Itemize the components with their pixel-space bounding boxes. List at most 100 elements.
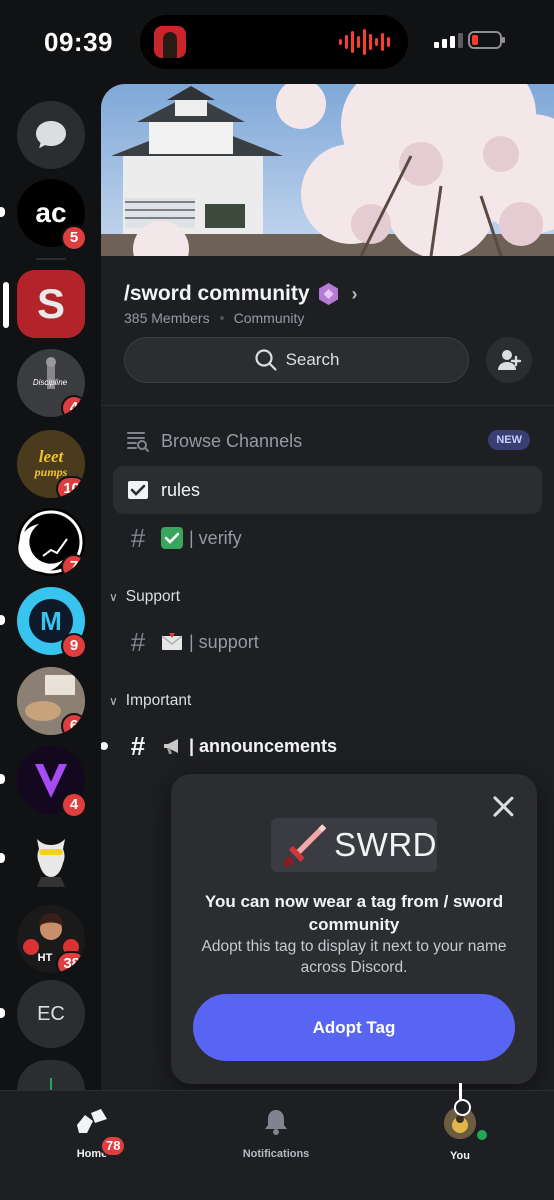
- nav-label: Notifications: [242, 1148, 310, 1160]
- server-type: Community: [233, 310, 305, 326]
- category-support[interactable]: ∨ Support: [109, 588, 180, 606]
- new-badge: NEW: [488, 430, 530, 450]
- mention-badge: 38: [56, 951, 85, 973]
- svg-text:Discipline: Discipline: [33, 378, 68, 387]
- server-icon-ec[interactable]: EC: [0, 980, 85, 1048]
- category-label: Support: [125, 588, 181, 605]
- mention-badge: 10: [56, 476, 85, 498]
- popup-description: Adopt this tag to display it next to you…: [201, 938, 507, 976]
- tag-pointer-indicator: [454, 1083, 471, 1116]
- svg-text:ac: ac: [35, 197, 66, 228]
- cellular-signal-icon: [434, 33, 463, 48]
- mention-badge: 6: [61, 713, 85, 735]
- envelope-emoji-icon: [161, 631, 183, 653]
- svg-text:M: M: [40, 606, 62, 636]
- sword-icon: [282, 824, 327, 868]
- channel-support[interactable]: # | support: [113, 618, 542, 666]
- rules-channel-icon: [125, 478, 151, 502]
- channel-name: | announcements: [189, 735, 338, 756]
- hashtag-icon: #: [130, 626, 146, 657]
- unread-dot: [101, 742, 108, 750]
- home-icon: [77, 1109, 107, 1133]
- clock: 09:39: [44, 27, 113, 57]
- mention-badge: 4: [61, 395, 85, 417]
- channel-name: rules: [161, 479, 201, 500]
- unread-indicator: [0, 615, 5, 625]
- server-icon-moon-chart[interactable]: 7: [17, 508, 85, 576]
- check-mark-emoji-icon: [161, 527, 183, 549]
- server-initials: EC: [37, 1002, 65, 1025]
- server-icon-discipline[interactable]: Discipline 4: [17, 349, 85, 417]
- server-banner: [101, 84, 554, 256]
- chevron-right-icon: ›: [351, 283, 358, 304]
- server-icon-cat[interactable]: 6: [17, 667, 85, 735]
- megaphone-emoji-icon: [161, 735, 183, 757]
- tag-text: SWRD: [334, 826, 437, 863]
- server-name: /sword community: [124, 282, 310, 305]
- channel-announcements[interactable]: # | announcements: [113, 722, 542, 770]
- close-icon[interactable]: [491, 794, 515, 818]
- svg-text:leet: leet: [39, 447, 65, 466]
- category-important[interactable]: ∨ Important: [109, 692, 191, 710]
- nav-home[interactable]: 78 Home: [32, 1107, 152, 1160]
- add-server-button[interactable]: [17, 1060, 85, 1090]
- server-tag-preview: SWRD: [271, 818, 437, 872]
- server-icon-m[interactable]: M 9: [0, 587, 87, 659]
- browse-channels-label: Browse Channels: [161, 430, 303, 451]
- castle-banner-image: [101, 84, 554, 256]
- hashtag-icon: #: [130, 522, 146, 553]
- mention-badge: 9: [61, 633, 87, 659]
- boost-level-icon: [319, 283, 338, 305]
- online-status-indicator: [474, 1127, 490, 1143]
- mention-badge: 7: [61, 554, 85, 576]
- browse-channels-icon: [125, 429, 151, 453]
- server-icon-goat[interactable]: [0, 825, 85, 893]
- mention-badge: 5: [61, 225, 87, 251]
- server-meta: 385 Members Community: [124, 310, 304, 326]
- battery-icon: [468, 31, 505, 49]
- server-icon-ht[interactable]: HT 38: [17, 905, 85, 973]
- dynamic-island[interactable]: [140, 15, 408, 69]
- nav-label: You: [450, 1150, 470, 1162]
- svg-text:HT: HT: [38, 952, 53, 964]
- active-server-indicator: [3, 282, 9, 328]
- header-divider: [101, 405, 554, 406]
- server-icon-leet-pumps[interactable]: leet pumps 10: [17, 430, 85, 498]
- server-icon-sword[interactable]: S: [3, 270, 85, 338]
- member-count: 385 Members: [124, 310, 210, 326]
- nav-label: Home: [76, 1148, 108, 1160]
- server-rail: ac 5 S Discipline 4 leet pumps 10 7 M 9 …: [0, 84, 100, 1090]
- sword-s-logo-icon: S: [17, 270, 85, 338]
- status-bar: 09:39: [0, 0, 554, 84]
- plus-icon: [50, 1078, 52, 1090]
- server-header: /sword community › 385 Members Community …: [101, 256, 554, 406]
- hashtag-icon: #: [130, 730, 146, 761]
- unread-indicator: [0, 774, 5, 784]
- channel-verify[interactable]: # | verify: [113, 514, 542, 562]
- invite-members-button[interactable]: [486, 337, 532, 383]
- unread-indicator: [0, 207, 5, 217]
- svg-text:S: S: [37, 280, 65, 327]
- now-playing-thumbnail: [154, 26, 186, 58]
- browse-channels-row[interactable]: Browse Channels NEW: [113, 417, 542, 465]
- channel-name: | verify: [189, 527, 242, 548]
- server-icon-ac[interactable]: ac 5: [0, 179, 87, 251]
- popup-title: You can now wear a tag from / sword comm…: [204, 892, 504, 934]
- search-icon: [254, 349, 277, 371]
- chevron-down-icon: ∨: [109, 694, 118, 708]
- server-icon-v[interactable]: 4: [0, 746, 87, 818]
- server-name-button[interactable]: /sword community ›: [124, 282, 358, 306]
- add-member-icon: [498, 350, 522, 370]
- goat-logo-icon: [37, 839, 65, 887]
- nav-notifications[interactable]: Notifications: [216, 1107, 336, 1160]
- adopt-tag-button[interactable]: Adopt Tag: [193, 994, 515, 1061]
- bell-icon: [265, 1110, 287, 1135]
- adopt-tag-popup: SWRD You can now wear a tag from / sword…: [171, 774, 537, 1084]
- direct-messages-button[interactable]: [17, 101, 85, 169]
- rail-divider: [36, 258, 66, 260]
- channel-name: | support: [189, 631, 259, 652]
- search-button[interactable]: Search: [124, 337, 469, 383]
- chevron-down-icon: ∨: [109, 590, 118, 604]
- channel-rules[interactable]: rules: [113, 466, 542, 514]
- category-label: Important: [125, 692, 192, 709]
